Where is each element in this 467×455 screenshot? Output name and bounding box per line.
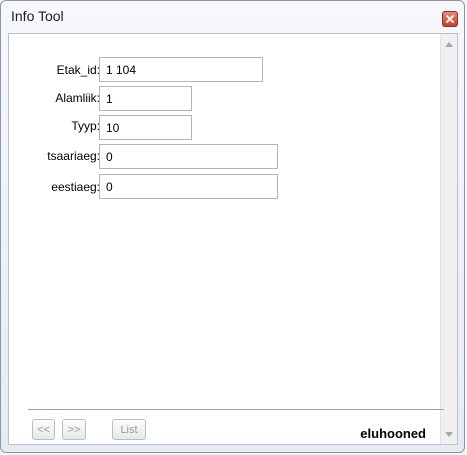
- title-bar[interactable]: Info Tool: [1, 1, 464, 33]
- field-value-tsaariaeg[interactable]: 0: [99, 144, 278, 169]
- field-label-eestiaeg: eestiaeg:: [51, 180, 100, 194]
- vertical-scrollbar[interactable]: [440, 34, 457, 444]
- scroll-up-button[interactable]: [441, 36, 457, 52]
- field-value-alamliik[interactable]: 1: [99, 86, 192, 111]
- field-value-etak-id[interactable]: 1 104: [99, 57, 263, 82]
- field-label-tyyp: Tyyp:: [71, 119, 100, 133]
- previous-button[interactable]: <<: [32, 419, 55, 440]
- close-button[interactable]: [442, 11, 458, 27]
- layer-name: eluhooned: [360, 426, 426, 441]
- next-button[interactable]: >>: [62, 419, 86, 440]
- attributes-panel: Etak_id: 1 104 Alamliik: 1 Tyyp: 10 tsaa…: [8, 33, 458, 445]
- field-value-tyyp[interactable]: 10: [99, 115, 192, 140]
- footer-divider: [28, 409, 444, 410]
- close-icon: [446, 15, 454, 23]
- chevron-down-icon: [445, 431, 453, 437]
- window-title: Info Tool: [11, 8, 64, 24]
- field-value-eestiaeg[interactable]: 0: [99, 174, 278, 199]
- list-button[interactable]: List: [112, 419, 146, 440]
- field-label-alamliik: Alamliik:: [55, 91, 100, 105]
- info-tool-window: Info Tool Etak_id: 1 104 Alamliik: 1 Tyy…: [0, 0, 465, 453]
- chevron-up-icon: [445, 41, 453, 47]
- field-label-etak-id: Etak_id:: [56, 63, 100, 77]
- field-label-tsaariaeg: tsaariaeg:: [47, 149, 100, 163]
- scroll-down-button[interactable]: [441, 426, 457, 442]
